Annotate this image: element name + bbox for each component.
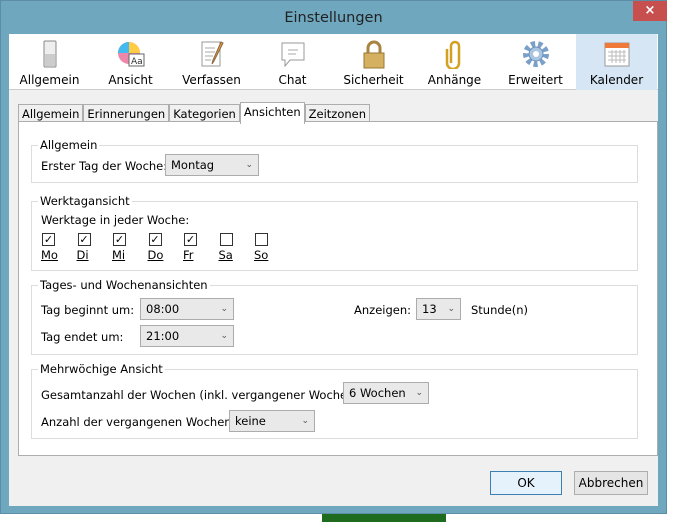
gear-icon — [522, 41, 549, 67]
ok-button[interactable]: OK — [490, 471, 562, 495]
chat-bubble-icon — [281, 42, 304, 68]
day-label: Do — [147, 248, 164, 262]
toolbar-item-chat[interactable]: Chat — [252, 34, 333, 90]
day-start-label: Tag beginnt um: — [41, 303, 135, 317]
day-start-select[interactable]: 08:00 ⌄ — [140, 298, 234, 320]
day-end-select[interactable]: 21:00 ⌄ — [140, 325, 234, 347]
close-button[interactable]: × — [633, 1, 667, 21]
compose-pencil-icon — [201, 41, 224, 67]
settings-dialog: Einstellungen × Allgemein Aa Ansicht Verfas… — [0, 0, 667, 514]
day-label: Mo — [41, 248, 58, 262]
day-checkbox-mo[interactable]: ✓ — [42, 233, 55, 246]
paperclip-icon — [445, 40, 460, 69]
toolbar-item-label: Verfassen — [182, 73, 241, 87]
day-end-value: 21:00 — [146, 329, 180, 343]
show-hours-select[interactable]: 13 ⌄ — [416, 298, 461, 320]
day-label: Mi — [112, 248, 126, 262]
toolbar-item-anhänge[interactable]: Anhänge — [414, 34, 495, 90]
chevron-down-icon: ⌄ — [415, 388, 423, 398]
tab-bar: Allgemein Erinnerungen Kategorien Ansichten… — [18, 102, 371, 124]
day-end-label: Tag endet um: — [41, 330, 124, 344]
background-app-strip — [322, 514, 446, 522]
day-checkbox-di[interactable]: ✓ — [77, 233, 91, 246]
toolbar-item-label: Erweitert — [508, 73, 563, 87]
show-hours-label: Anzeigen: — [354, 303, 412, 317]
toolbar-item-kalender[interactable]: Kalender — [576, 34, 657, 90]
toolbar-item-allgemein[interactable]: Allgemein — [9, 34, 90, 90]
past-weeks-value: keine — [235, 414, 266, 428]
chevron-down-icon: ⌄ — [220, 304, 228, 314]
dialog-client: Allgemein Aa Ansicht Verfassen Chat Sicherhei… — [9, 34, 658, 506]
toolbar-item-label: Chat — [278, 73, 307, 87]
day-label: Fr — [183, 248, 194, 262]
dialog-title: Einstellungen — [284, 10, 383, 26]
multiweek-group: Mehrwöchige Ansicht Gesamtanzahl der Woc… — [31, 362, 638, 439]
chevron-down-icon: ⌄ — [245, 160, 253, 170]
workdays-label: Werktage in jeder Woche: — [41, 213, 190, 227]
day-checkbox-do[interactable]: ✓ — [148, 233, 162, 246]
day-checkbox-mi[interactable]: ✓ — [113, 233, 126, 246]
first-day-select[interactable]: Montag ⌄ — [165, 154, 259, 176]
toolbar-item-label: Anhänge — [427, 73, 482, 87]
hours-unit-label: Stunde(n) — [471, 303, 529, 317]
multiweek-legend: Mehrwöchige Ansicht — [38, 362, 165, 376]
color-font-icon: Aa — [117, 42, 144, 67]
calendar-icon — [604, 42, 629, 67]
toolbar-item-label: Kalender — [589, 73, 644, 87]
total-weeks-label: Gesamtanzahl der Wochen (inkl. vergangen… — [41, 388, 363, 402]
category-toolbar: Allgemein Aa Ansicht Verfassen Chat Sicherhei… — [9, 34, 658, 90]
dayweek-legend: Tages- und Wochenansichten — [38, 278, 210, 292]
general-group: Allgemein Erster Tag der Woche: Montag ⌄ — [31, 138, 638, 183]
workweek-group: Werktagansicht Werktage in jeder Woche: … — [31, 194, 638, 271]
first-day-value: Montag — [171, 158, 215, 172]
first-day-label: Erster Tag der Woche: — [41, 159, 168, 173]
dayweek-group: Tages- und Wochenansichten Tag beginnt u… — [31, 278, 638, 355]
workweek-legend: Werktagansicht — [38, 194, 132, 208]
chevron-down-icon: ⌄ — [301, 416, 309, 426]
chevron-down-icon: ⌄ — [447, 304, 455, 314]
toolbar-item-label: Allgemein — [19, 73, 80, 87]
day-checkbox-so[interactable] — [255, 233, 268, 246]
toolbar-item-label: Ansicht — [108, 73, 153, 87]
toolbar-item-label: Sicherheit — [343, 73, 404, 87]
past-weeks-select[interactable]: keine ⌄ — [229, 410, 315, 432]
ansichten-panel: Allgemein Erster Tag der Woche: Montag ⌄ … — [18, 121, 658, 456]
toolbar-item-sicherheit[interactable]: Sicherheit — [333, 34, 414, 90]
day-label: Sa — [218, 248, 233, 262]
general-legend: Allgemein — [38, 138, 100, 152]
day-label: So — [254, 248, 269, 262]
cancel-button[interactable]: Abbrechen — [574, 471, 648, 495]
tab-ansichten[interactable]: Ansichten — [239, 102, 305, 124]
day-label: Di — [76, 248, 89, 262]
switch-icon — [43, 40, 56, 68]
show-hours-value: 13 — [422, 302, 437, 316]
padlock-icon — [363, 40, 384, 69]
chevron-down-icon: ⌄ — [220, 331, 228, 341]
day-start-value: 08:00 — [146, 302, 180, 316]
toolbar-item-verfassen[interactable]: Verfassen — [171, 34, 252, 90]
day-checkbox-sa[interactable] — [219, 233, 233, 246]
past-weeks-label: Anzahl der vergangenen Wochen: — [41, 415, 236, 429]
total-weeks-select[interactable]: 6 Wochen ⌄ — [343, 382, 429, 404]
toolbar-item-ansicht[interactable]: Aa Ansicht — [90, 34, 171, 90]
svg-text:Aa: Aa — [131, 57, 143, 67]
toolbar-item-erweitert[interactable]: Erweitert — [495, 34, 576, 90]
day-checkbox-fr[interactable]: ✓ — [184, 233, 197, 246]
total-weeks-value: 6 Wochen — [349, 386, 406, 400]
